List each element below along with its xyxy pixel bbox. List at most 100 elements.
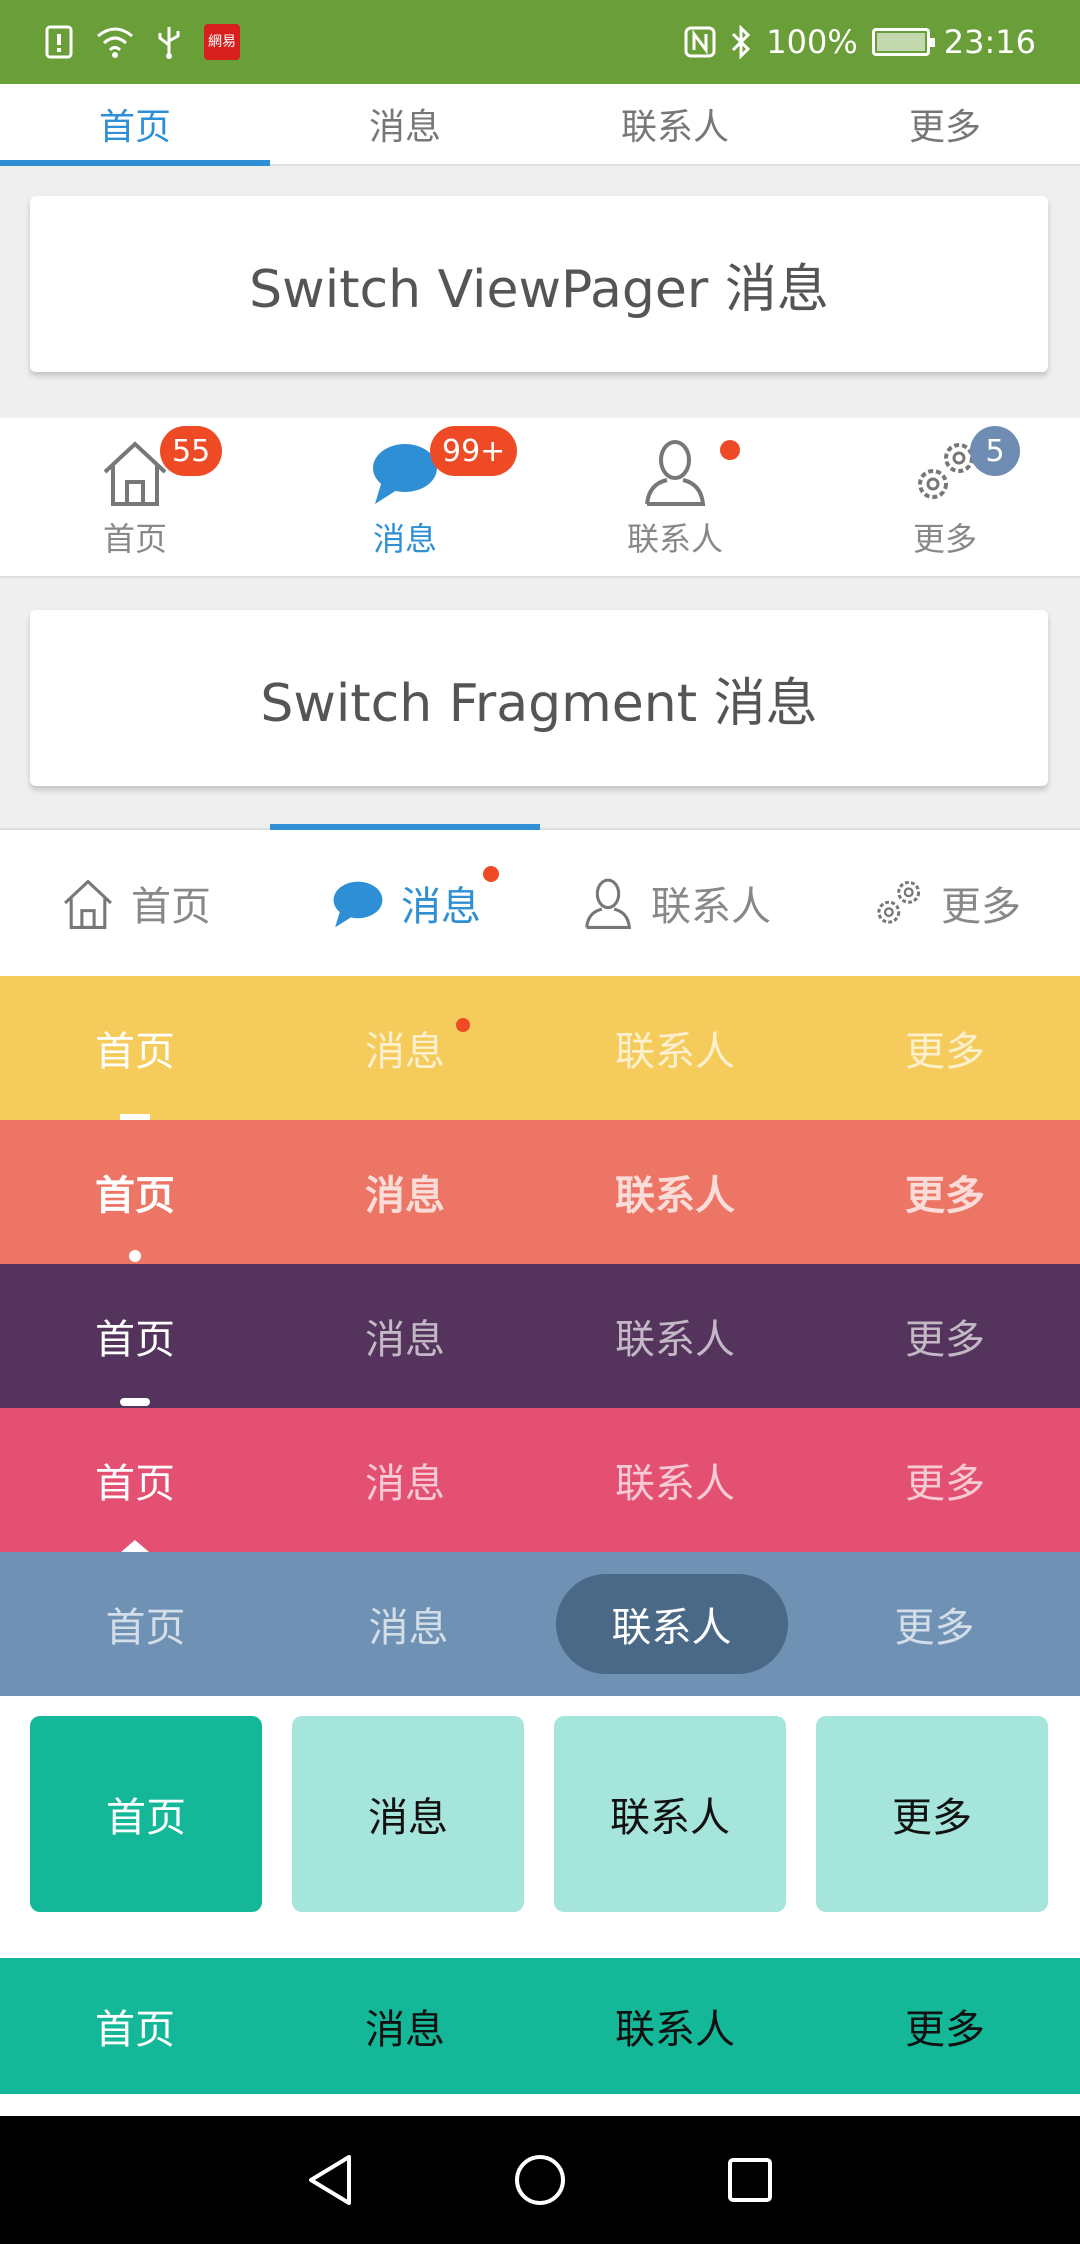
unread-badge: 55 — [160, 426, 223, 476]
tab-contacts[interactable]: 联系人 — [540, 1264, 810, 1408]
tab-label: 消息 — [401, 884, 481, 930]
tab-label: 更多 — [912, 520, 977, 558]
tab-contacts[interactable]: 联系人 — [540, 1552, 803, 1696]
tab-home[interactable]: 首页 — [0, 1120, 270, 1264]
tab-label: 联系人 — [615, 1173, 735, 1219]
tab-label: 首页 — [95, 1317, 175, 1363]
salmon-tab-bar: 首页 消息 联系人 更多 — [0, 1120, 1080, 1264]
back-icon — [309, 2155, 351, 2205]
unread-badge: 5 — [970, 426, 1020, 476]
switch-viewpager-button[interactable]: Switch ViewPager 消息 — [30, 196, 1048, 372]
tab-home[interactable]: 首页 — [14, 1552, 277, 1696]
tab-label: 更多 — [908, 107, 981, 148]
tab-home[interactable]: 首页 — [0, 1264, 270, 1408]
tab-label: 消息 — [365, 1029, 445, 1075]
tab-more[interactable]: 更多 — [803, 1552, 1066, 1696]
nfc-icon — [684, 26, 716, 58]
battery-percent: 100% — [766, 23, 858, 61]
tab-more[interactable]: 更多 — [810, 1120, 1080, 1264]
tab-label: 联系人 — [651, 884, 771, 930]
tab-label: 联系人 — [615, 2007, 735, 2053]
h-tab-messages[interactable]: 消息 — [270, 830, 540, 976]
block-tab-contacts[interactable]: 联系人 — [554, 1716, 786, 1912]
recents-button[interactable] — [720, 2150, 780, 2210]
gear-icon — [877, 880, 921, 924]
tab-label: 首页 — [95, 1173, 175, 1219]
tab-label: 联系人 — [615, 1461, 735, 1507]
tab-label: 消息 — [372, 520, 437, 558]
home-icon — [64, 879, 112, 929]
switch-fragment-button[interactable]: Switch Fragment 消息 — [30, 610, 1048, 786]
tab-label: 首页 — [98, 107, 171, 148]
tab-label: 更多 — [892, 1795, 972, 1841]
tab-home[interactable]: 首页 — [0, 1958, 270, 2094]
tab-messages[interactable]: 消息 — [270, 1120, 540, 1264]
tab-label: 首页 — [105, 1605, 186, 1651]
h-tab-more[interactable]: 更多 — [810, 830, 1080, 976]
yellow-tab-bar: 首页 消息 联系人 更多 — [0, 976, 1080, 1120]
tab-label: 联系人 — [611, 1605, 732, 1651]
icon-tab-contacts[interactable]: 联系人 — [540, 418, 810, 576]
tab-label: 更多 — [941, 884, 1021, 930]
home-circle-icon — [515, 2155, 565, 2205]
tab-messages[interactable]: 消息 — [270, 1264, 540, 1408]
tab-contacts[interactable]: 联系人 — [540, 976, 810, 1120]
block-tab-more[interactable]: 更多 — [816, 1716, 1048, 1912]
tab-label: 联系人 — [615, 1317, 735, 1363]
tab-contacts[interactable]: 联系人 — [540, 1120, 810, 1264]
tab-label: 消息 — [368, 1605, 449, 1651]
tab-label: 更多 — [905, 1317, 985, 1363]
recents-icon — [728, 2158, 772, 2202]
tab-label: 消息 — [365, 1317, 445, 1363]
h-tab-contacts[interactable]: 联系人 — [540, 830, 810, 976]
icon-tab-more[interactable]: 更多 5 — [810, 418, 1080, 576]
status-bar: 網易 100% 23:16 — [0, 0, 1080, 84]
unread-badge: 99+ — [430, 426, 518, 476]
home-button[interactable] — [510, 2150, 570, 2210]
tab-home[interactable]: 首页 — [0, 84, 270, 164]
clock: 23:16 — [943, 23, 1036, 61]
teal-tab-bar: 首页 消息 联系人 更多 — [0, 1958, 1080, 2094]
h-tab-home[interactable]: 首页 — [0, 830, 270, 976]
tab-contacts[interactable]: 联系人 — [540, 84, 810, 164]
block-tab-bar: 首页 消息 联系人 更多 — [0, 1696, 1080, 1958]
tab-more[interactable]: 更多 — [810, 976, 1080, 1120]
tab-messages[interactable]: 消息 — [270, 976, 540, 1120]
chat-bubble-icon — [333, 881, 383, 928]
block-tab-home[interactable]: 首页 — [30, 1716, 262, 1912]
contact-icon — [585, 878, 632, 929]
tab-contacts[interactable]: 联系人 — [540, 1958, 810, 2094]
tab-more[interactable]: 更多 — [810, 1958, 1080, 2094]
tab-label: 首页 — [131, 884, 211, 930]
new-dot — [483, 866, 499, 882]
tab-contacts[interactable]: 联系人 — [540, 1408, 810, 1552]
new-dot — [720, 440, 740, 460]
tab-more[interactable]: 更多 — [810, 84, 1080, 164]
tab-more[interactable]: 更多 — [810, 1264, 1080, 1408]
tab-label: 联系人 — [620, 107, 729, 148]
tab-messages[interactable]: 消息 — [277, 1552, 540, 1696]
block-tab-messages[interactable]: 消息 — [292, 1716, 524, 1912]
tab-label: 消息 — [365, 2007, 445, 2053]
tab-more[interactable]: 更多 — [810, 1408, 1080, 1552]
tab-label: 更多 — [894, 1605, 975, 1651]
back-button[interactable] — [300, 2150, 360, 2210]
tab-indicator — [121, 1540, 149, 1552]
tab-messages[interactable]: 消息 — [270, 84, 540, 164]
icon-tab-messages[interactable]: 消息 99+ — [270, 418, 540, 576]
pink-tab-bar: 首页 消息 联系人 更多 — [0, 1408, 1080, 1552]
tab-indicator — [0, 160, 270, 166]
horizontal-icon-tab-bar: 首页 消息 联系人 更多 — [0, 824, 1080, 976]
tab-label: 消息 — [368, 107, 441, 148]
wifi-icon — [96, 26, 134, 58]
tab-messages[interactable]: 消息 — [270, 1408, 540, 1552]
icon-tab-home[interactable]: 首页 55 — [0, 418, 270, 576]
icon-tab-bar: 首页 55 消息 99+ 联系人 更多 5 — [0, 418, 1080, 578]
tab-label: 消息 — [365, 1461, 445, 1507]
tab-label: 首页 — [95, 1029, 175, 1075]
purple-tab-bar: 首页 消息 联系人 更多 — [0, 1264, 1080, 1408]
sim-alert-icon — [44, 25, 74, 59]
tab-home[interactable]: 首页 — [0, 1408, 270, 1552]
tab-messages[interactable]: 消息 — [270, 1958, 540, 2094]
tab-home[interactable]: 首页 — [0, 976, 270, 1120]
